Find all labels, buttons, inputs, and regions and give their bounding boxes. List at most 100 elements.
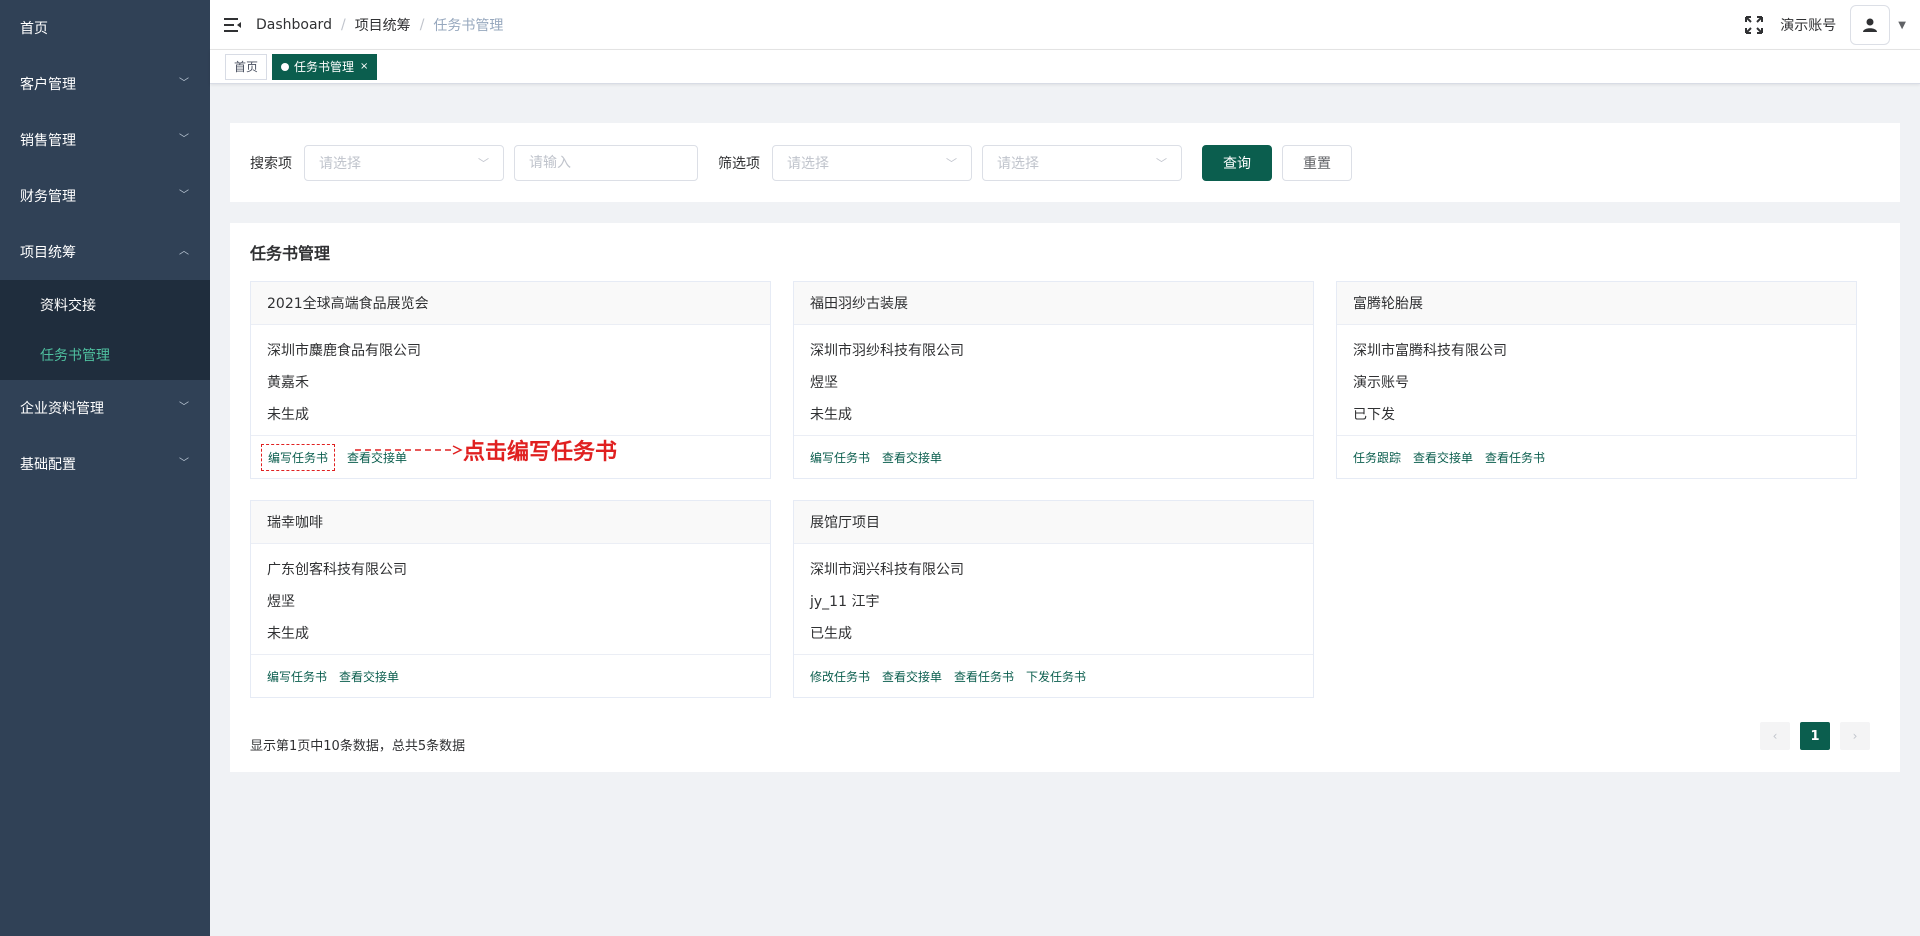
card-status: 已生成: [810, 626, 852, 642]
edit-task-book-link[interactable]: 修改任务书: [810, 668, 870, 685]
select-placeholder: 请选择: [787, 155, 829, 172]
task-card: 展馆厅项目 深圳市润兴科技有限公司 jy_11 江宇 已生成 修改任务书 查看交…: [793, 500, 1314, 698]
next-page-button[interactable]: ›: [1840, 722, 1870, 750]
view-handover-link[interactable]: 查看交接单: [339, 668, 399, 685]
filter-label: 筛选项: [718, 155, 760, 172]
user-icon: [1863, 18, 1878, 32]
card-actions: 编写任务书 查看交接单: [794, 436, 1313, 479]
write-task-book-link[interactable]: 编写任务书: [267, 668, 327, 685]
card-person: jy_11 江宇: [810, 594, 880, 610]
breadcrumb-separator: /: [340, 16, 346, 33]
card-actions: 编写任务书 查看交接单: [251, 655, 770, 698]
select-placeholder: 请选择: [319, 155, 361, 172]
header-right: 演示账号 ▼: [1742, 0, 1920, 50]
chevron-up-icon: ︿: [179, 246, 189, 257]
sidebar-item-customer[interactable]: 客户管理 ﹀: [0, 56, 210, 112]
card-status: 未生成: [267, 626, 309, 642]
search-label: 搜索项: [250, 155, 292, 172]
card-company: 深圳市润兴科技有限公司: [810, 562, 964, 578]
tag-home[interactable]: 首页: [225, 53, 268, 80]
top-navbar: Dashboard / 项目统筹 / 任务书管理 演示账号 ▼: [210, 0, 1920, 50]
card-person: 煜坚: [267, 594, 295, 610]
card-body: 深圳市润兴科技有限公司 jy_11 江宇 已生成: [794, 544, 1313, 655]
card-person: 煜坚: [810, 375, 838, 391]
card-title: 2021全球高端食品展览会: [251, 282, 770, 325]
select-placeholder: 请选择: [997, 155, 1039, 172]
sidebar-item-config[interactable]: 基础配置 ﹀: [0, 436, 210, 492]
card-company: 深圳市羽纱科技有限公司: [810, 343, 964, 359]
breadcrumb: Dashboard / 项目统筹 / 任务书管理: [256, 15, 503, 35]
close-icon[interactable]: ×: [360, 55, 368, 79]
card-body: 深圳市富腾科技有限公司 演示账号 已下发: [1337, 325, 1856, 436]
task-card: 瑞幸咖啡 广东创客科技有限公司 煜坚 未生成 编写任务书 查看交接单: [250, 500, 771, 698]
card-status: 已下发: [1353, 407, 1395, 423]
chevron-down-icon: ﹀: [946, 156, 957, 170]
card-title: 富腾轮胎展: [1337, 282, 1856, 325]
issue-task-book-link[interactable]: 下发任务书: [1026, 668, 1086, 685]
prev-page-button[interactable]: ‹: [1760, 722, 1790, 750]
main-content: 搜索项 请选择 ﹀ 筛选项 请选择 ﹀ 请选择 ﹀ 查询 重置 任务书管理 20…: [210, 84, 1920, 936]
sidebar-item-finance[interactable]: 财务管理 ﹀: [0, 168, 210, 224]
page-number-button[interactable]: 1: [1800, 722, 1830, 750]
sidebar-item-label: 客户管理: [20, 77, 76, 93]
filter-select-2[interactable]: 请选择 ﹀: [982, 144, 1182, 181]
chevron-down-icon: ﹀: [478, 156, 489, 170]
task-card: 福田羽纱古装展 深圳市羽纱科技有限公司 煜坚 未生成 编写任务书 查看交接单: [793, 281, 1314, 479]
active-dot-icon: [281, 62, 290, 71]
user-name[interactable]: 演示账号: [1780, 15, 1836, 35]
view-task-book-link[interactable]: 查看任务书: [1485, 449, 1545, 466]
breadcrumb-project[interactable]: 项目统筹: [355, 15, 411, 35]
card-body: 深圳市麋鹿食品有限公司 黄嘉禾 未生成: [251, 325, 770, 436]
task-book-list-panel: 任务书管理 2021全球高端食品展览会 深圳市麋鹿食品有限公司 黄嘉禾 未生成 …: [230, 223, 1900, 772]
reset-button[interactable]: 重置: [1282, 144, 1352, 181]
sidebar: 首页 客户管理 ﹀ 销售管理 ﹀ 财务管理 ﹀ 项目统筹 ︿ 资料交接 任务书管…: [0, 0, 210, 936]
breadcrumb-separator: /: [419, 16, 425, 33]
chevron-down-icon: ﹀: [179, 134, 189, 145]
view-task-book-link[interactable]: 查看任务书: [954, 668, 1014, 685]
sidebar-item-task-book[interactable]: 任务书管理: [0, 330, 210, 380]
tags-view: 首页 任务书管理 ×: [210, 50, 1920, 84]
card-person: 黄嘉禾: [267, 375, 309, 391]
write-task-book-link[interactable]: 编写任务书: [810, 449, 870, 466]
search-field-select[interactable]: 请选择 ﹀: [304, 144, 504, 181]
breadcrumb-current: 任务书管理: [433, 17, 504, 34]
sidebar-item-label: 基础配置: [20, 457, 76, 473]
sidebar-item-label: 任务书管理: [40, 348, 110, 364]
write-task-book-link[interactable]: 编写任务书: [261, 444, 336, 471]
sidebar-item-label: 项目统筹: [20, 245, 76, 261]
sidebar-item-enterprise[interactable]: 企业资料管理 ﹀: [0, 380, 210, 436]
view-handover-link[interactable]: 查看交接单: [1413, 449, 1473, 466]
list-title: 任务书管理: [250, 244, 331, 263]
sidebar-item-handover[interactable]: 资料交接: [0, 280, 210, 330]
hamburger-menu-icon[interactable]: [210, 0, 256, 50]
breadcrumb-dashboard[interactable]: Dashboard: [256, 17, 332, 33]
card-company: 深圳市富腾科技有限公司: [1353, 343, 1507, 359]
card-status: 未生成: [267, 407, 309, 423]
card-body: 深圳市羽纱科技有限公司 煜坚 未生成: [794, 325, 1313, 436]
card-person: 演示账号: [1353, 375, 1409, 391]
search-input[interactable]: [514, 144, 698, 181]
sidebar-item-home[interactable]: 首页: [0, 0, 210, 56]
chevron-down-icon: ﹀: [179, 402, 189, 413]
sidebar-item-label: 资料交接: [40, 298, 96, 314]
caret-down-icon[interactable]: ▼: [1898, 20, 1906, 31]
card-body: 广东创客科技有限公司 煜坚 未生成: [251, 544, 770, 655]
sidebar-item-sales[interactable]: 销售管理 ﹀: [0, 112, 210, 168]
dashed-arrow-icon: [355, 445, 463, 455]
sidebar-item-project[interactable]: 项目统筹 ︿: [0, 224, 210, 280]
task-tracking-link[interactable]: 任务跟踪: [1353, 449, 1401, 466]
view-handover-link[interactable]: 查看交接单: [882, 668, 942, 685]
chevron-down-icon: ﹀: [179, 78, 189, 89]
card-actions: 修改任务书 查看交接单 查看任务书 下发任务书: [794, 655, 1313, 698]
tag-task-book[interactable]: 任务书管理 ×: [272, 53, 378, 80]
fullscreen-icon[interactable]: [1742, 13, 1766, 37]
search-panel: 搜索项 请选择 ﹀ 筛选项 请选择 ﹀ 请选择 ﹀ 查询 重置: [230, 123, 1900, 202]
card-actions: 任务跟踪 查看交接单 查看任务书: [1337, 436, 1856, 479]
view-handover-link[interactable]: 查看交接单: [882, 449, 942, 466]
filter-select-1[interactable]: 请选择 ﹀: [772, 144, 972, 181]
card-title: 展馆厅项目: [794, 501, 1313, 544]
card-company: 广东创客科技有限公司: [267, 562, 407, 578]
avatar[interactable]: [1850, 5, 1891, 45]
query-button[interactable]: 查询: [1202, 144, 1272, 181]
annotation-callout: 点击编写任务书: [355, 434, 617, 466]
